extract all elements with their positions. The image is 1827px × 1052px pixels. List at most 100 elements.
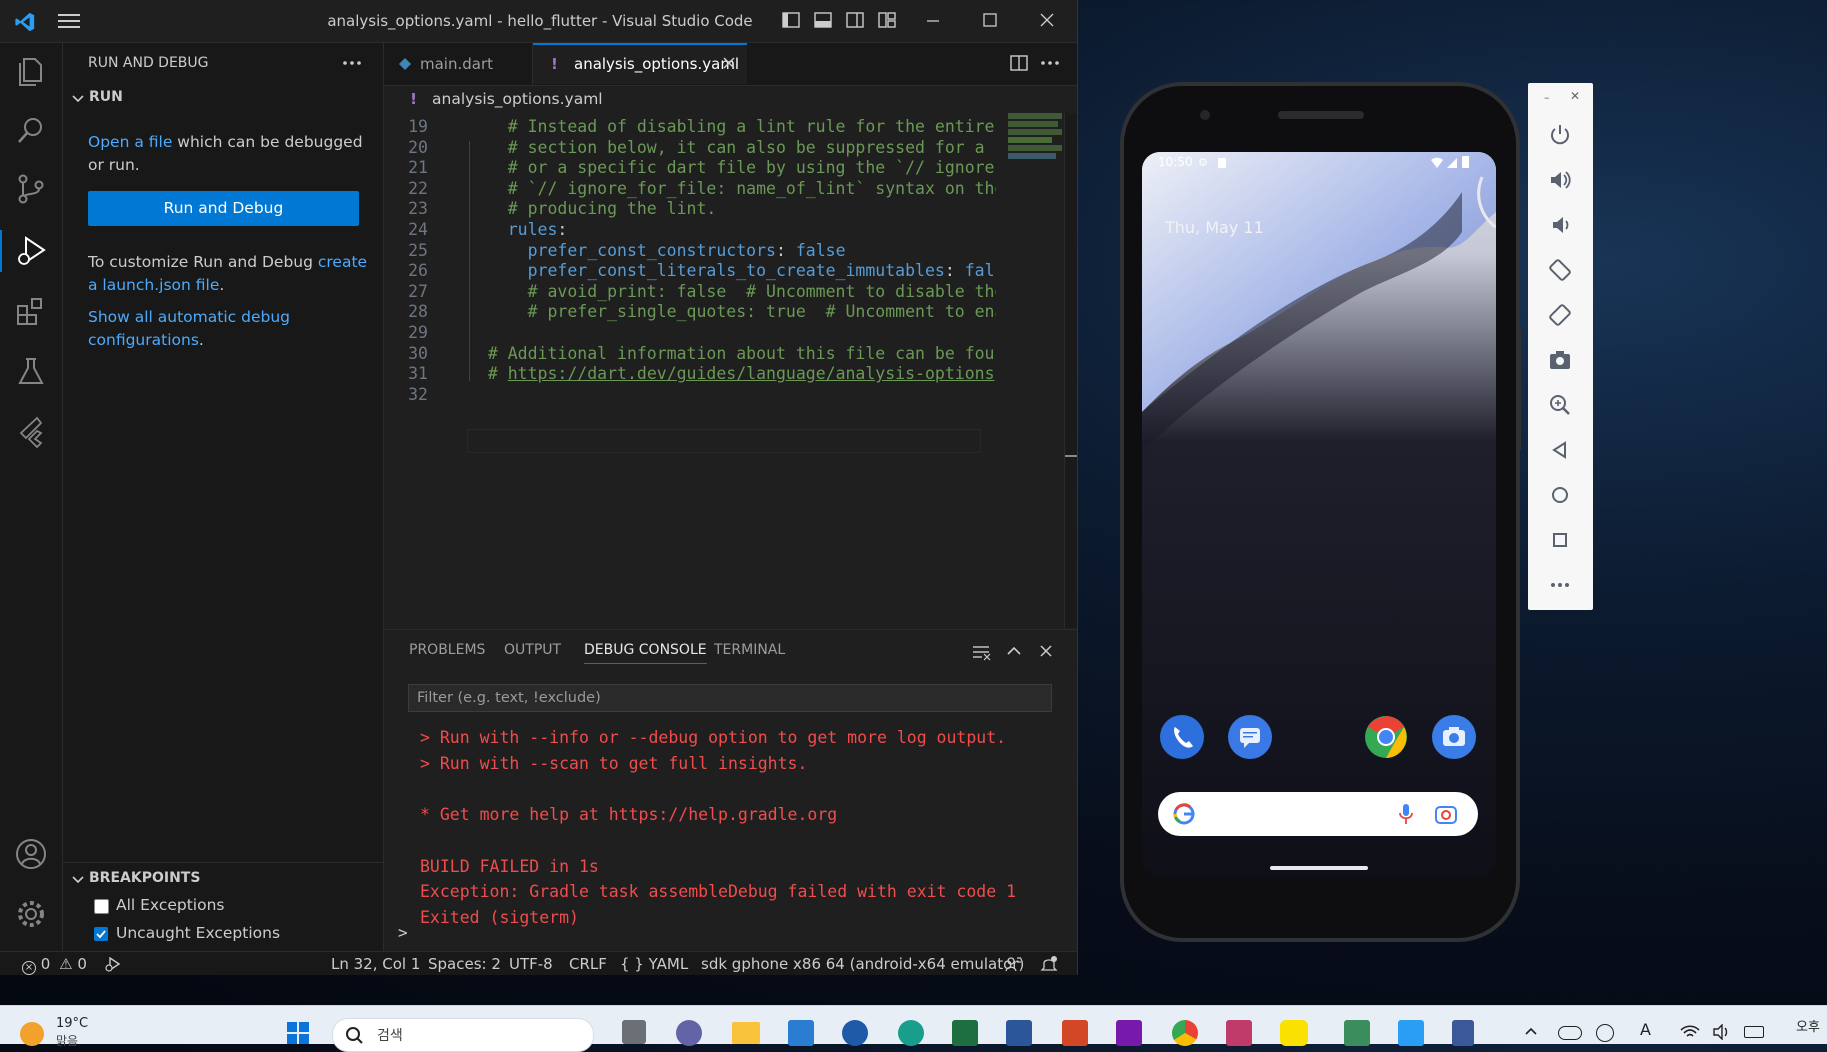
maximize-icon[interactable] bbox=[980, 10, 1002, 32]
back-icon[interactable] bbox=[1546, 436, 1574, 464]
rotate-right-icon[interactable] bbox=[1546, 301, 1574, 329]
onenote-icon[interactable] bbox=[1116, 1020, 1142, 1046]
split-editor-icon[interactable] bbox=[1009, 53, 1029, 73]
taskbar-clock[interactable]: 오후 bbox=[1796, 1016, 1820, 1035]
feedback-icon[interactable] bbox=[1004, 955, 1022, 975]
screenshot-camera-icon[interactable] bbox=[1546, 346, 1574, 374]
extensions-icon[interactable] bbox=[13, 293, 49, 329]
ime-icon[interactable]: A bbox=[1640, 1020, 1651, 1039]
battery-status-icon[interactable] bbox=[1744, 1026, 1764, 1038]
show-configs-link-2[interactable]: configurations bbox=[88, 331, 199, 349]
rotate-left-icon[interactable] bbox=[1546, 256, 1574, 284]
word-icon[interactable] bbox=[1006, 1020, 1032, 1046]
minimap[interactable] bbox=[1002, 113, 1064, 628]
close-panel-icon[interactable] bbox=[1038, 643, 1054, 659]
tab-main-dart[interactable]: main.dart bbox=[384, 43, 533, 85]
volume-up-icon[interactable] bbox=[1546, 166, 1574, 194]
minimize-icon[interactable] bbox=[923, 10, 945, 32]
teams-icon[interactable] bbox=[676, 1020, 702, 1046]
powerpoint-icon[interactable] bbox=[1062, 1020, 1088, 1046]
onedrive-icon[interactable] bbox=[1558, 1026, 1582, 1040]
kakaotalk-icon[interactable] bbox=[1280, 1020, 1308, 1046]
manage-gear-icon[interactable] bbox=[13, 896, 49, 932]
end-of-line[interactable]: CRLF bbox=[569, 952, 607, 975]
explorer-icon[interactable] bbox=[13, 53, 49, 89]
app-icon[interactable] bbox=[1452, 1020, 1474, 1046]
flutter-icon[interactable] bbox=[13, 413, 49, 449]
notifications-icon[interactable] bbox=[1040, 955, 1058, 975]
file-explorer-icon[interactable] bbox=[732, 1022, 760, 1044]
problems-status[interactable]: × 0 ⚠ 0 bbox=[22, 952, 87, 975]
encoding[interactable]: UTF-8 bbox=[509, 952, 553, 975]
run-and-debug-button[interactable]: Run and Debug bbox=[88, 191, 359, 226]
google-search-bar[interactable] bbox=[1158, 792, 1478, 836]
messages-app-icon[interactable] bbox=[1228, 715, 1272, 759]
more-options-icon[interactable] bbox=[1546, 571, 1574, 599]
toggle-primary-sidebar-icon[interactable] bbox=[781, 10, 803, 32]
accounts-icon[interactable] bbox=[13, 836, 49, 872]
phone-app-icon[interactable] bbox=[1160, 715, 1204, 759]
edge-icon[interactable] bbox=[898, 1020, 924, 1046]
overview-icon[interactable] bbox=[1546, 526, 1574, 554]
console-filter-input[interactable]: Filter (e.g. text, !exclude) bbox=[408, 684, 1052, 712]
tab-output[interactable]: OUTPUT bbox=[504, 642, 561, 658]
vscode-taskbar-icon[interactable] bbox=[1398, 1020, 1424, 1046]
show-hidden-icons[interactable] bbox=[1524, 1024, 1538, 1038]
close-tab-icon[interactable] bbox=[722, 56, 736, 70]
source-control-icon[interactable] bbox=[13, 171, 49, 207]
camera-app-icon[interactable] bbox=[1432, 715, 1476, 759]
volume-down-icon[interactable] bbox=[1546, 211, 1574, 239]
open-file-link[interactable]: Open a file bbox=[88, 133, 172, 151]
language-mode[interactable]: { } YAML bbox=[620, 952, 688, 975]
power-icon[interactable] bbox=[1546, 121, 1574, 149]
create-link[interactable]: create bbox=[318, 253, 367, 271]
editor-more-icon[interactable] bbox=[1040, 57, 1060, 69]
launch-json-link[interactable]: a launch.json file bbox=[88, 276, 219, 294]
vertical-scrollbar[interactable] bbox=[1064, 113, 1077, 628]
weather-icon[interactable] bbox=[20, 1022, 44, 1046]
tab-debug-console[interactable]: DEBUG CONSOLE bbox=[584, 642, 707, 664]
toggle-secondary-sidebar-icon[interactable] bbox=[845, 10, 867, 32]
run-debug-icon[interactable] bbox=[13, 232, 49, 268]
checkbox-unchecked[interactable] bbox=[94, 899, 109, 914]
emulator-minimize-icon[interactable]: – bbox=[1544, 91, 1550, 104]
zoom-icon[interactable] bbox=[1546, 391, 1574, 419]
start-windows-icon[interactable] bbox=[286, 1021, 310, 1045]
sidebar-more-icon[interactable] bbox=[342, 55, 362, 71]
chrome-taskbar-icon[interactable] bbox=[1172, 1020, 1198, 1046]
lens-camera-icon[interactable] bbox=[1434, 803, 1458, 825]
tab-problems[interactable]: PROBLEMS bbox=[409, 642, 485, 658]
show-configs-link-1[interactable]: Show all automatic debug bbox=[88, 308, 290, 326]
tab-terminal[interactable]: TERMINAL bbox=[714, 642, 785, 658]
maximize-panel-icon[interactable] bbox=[1006, 643, 1022, 659]
chrome-app-icon[interactable] bbox=[1364, 715, 1408, 759]
microphone-icon[interactable] bbox=[1398, 803, 1414, 825]
android-studio-icon[interactable] bbox=[1344, 1020, 1370, 1046]
task-view-icon[interactable] bbox=[622, 1020, 646, 1044]
testing-icon[interactable] bbox=[13, 353, 49, 389]
customize-layout-icon[interactable] bbox=[877, 10, 899, 32]
wifi-status-icon[interactable] bbox=[1680, 1024, 1700, 1040]
speaker-icon[interactable] bbox=[1712, 1024, 1732, 1040]
snipping-tool-icon[interactable] bbox=[1226, 1020, 1252, 1046]
home-icon[interactable] bbox=[1546, 481, 1574, 509]
breadcrumb[interactable]: ! analysis_options.yaml bbox=[410, 87, 603, 111]
emulator-close-icon[interactable]: ✕ bbox=[1570, 89, 1580, 103]
close-window-icon[interactable] bbox=[1037, 10, 1059, 32]
taskbar-search-box[interactable]: 검색 bbox=[332, 1018, 594, 1052]
indentation[interactable]: Spaces: 2 bbox=[428, 952, 501, 975]
excel-icon[interactable] bbox=[952, 1020, 978, 1046]
clear-console-icon[interactable] bbox=[972, 643, 992, 661]
device-selector[interactable]: sdk gphone x86 64 (android-x64 emulator) bbox=[701, 952, 1024, 975]
console-prompt[interactable]: > bbox=[398, 923, 408, 942]
sync-icon[interactable] bbox=[1596, 1024, 1614, 1042]
debug-status-icon[interactable] bbox=[104, 955, 122, 975]
store-icon[interactable] bbox=[788, 1020, 814, 1046]
search-icon[interactable] bbox=[13, 113, 49, 149]
toggle-panel-icon[interactable] bbox=[813, 10, 835, 32]
weather-temp[interactable]: 19°C bbox=[56, 1016, 88, 1031]
emulator-screen[interactable]: 10:50 ⚙ Thu, May 11 bbox=[1142, 152, 1496, 877]
checkbox-checked[interactable] bbox=[94, 927, 108, 941]
menu-icon[interactable] bbox=[58, 12, 80, 30]
code-area[interactable]: 19 # Instead of disabling a lint rule fo… bbox=[384, 117, 996, 462]
